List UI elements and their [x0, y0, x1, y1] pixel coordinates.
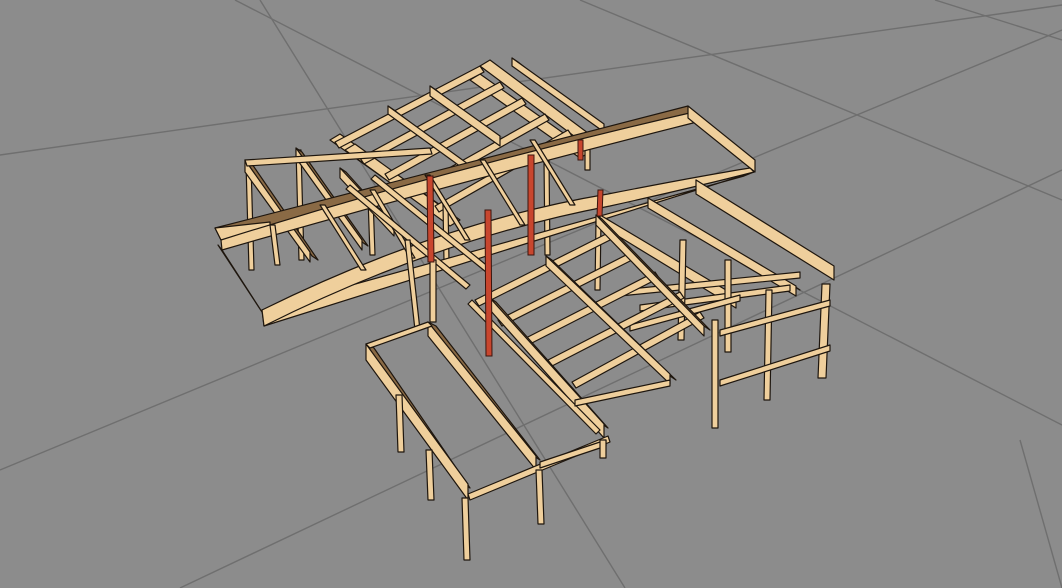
3d-viewport[interactable]: [0, 0, 1062, 588]
viewport-canvas[interactable]: [0, 0, 1062, 588]
timber-frame-structure: [214, 57, 835, 561]
lower-middle-rafters: [474, 231, 705, 389]
ground-grid: [0, 0, 1062, 588]
